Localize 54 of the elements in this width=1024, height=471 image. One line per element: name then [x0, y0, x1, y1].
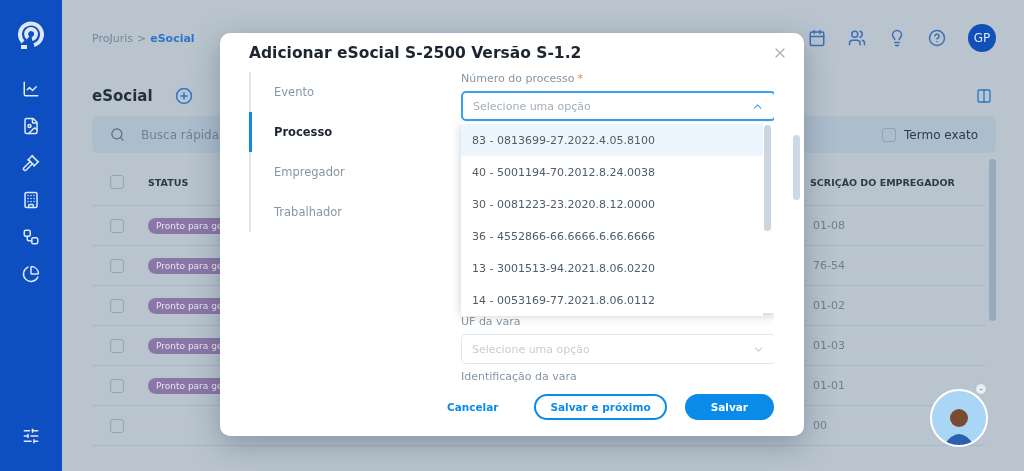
user-avatar[interactable]: GP: [968, 24, 996, 52]
column-header: SCRIÇÃO DO EMPREGADOR: [810, 176, 956, 188]
dropdown-option[interactable]: 14 - 0053169-77.2021.8.06.0112: [461, 284, 763, 316]
logo-icon[interactable]: [17, 20, 45, 50]
table-cell: 00: [813, 419, 827, 432]
scrollbar-thumb[interactable]: [989, 159, 996, 321]
breadcrumb-separator: >: [137, 31, 147, 45]
columns-icon[interactable]: [976, 88, 992, 104]
add-icon[interactable]: [174, 87, 193, 105]
breadcrumb-link[interactable]: eSocial: [150, 31, 195, 45]
search-icon: [110, 127, 125, 142]
modal-title: Adicionar eSocial S-2500 Versão S-1.2: [249, 44, 582, 62]
nav-icon[interactable]: [22, 265, 40, 283]
row-checkbox[interactable]: [110, 298, 124, 313]
scrollbar-thumb[interactable]: [793, 135, 800, 200]
step-tab[interactable]: Evento: [249, 72, 461, 112]
dropdown-option[interactable]: 83 - 0813699-27.2022.4.05.8100: [461, 124, 763, 156]
help-icon[interactable]: [928, 29, 946, 47]
dialog-button[interactable]: Salvar: [684, 394, 774, 420]
row-checkbox[interactable]: [110, 338, 124, 353]
nav-icon[interactable]: [22, 228, 40, 246]
field-label: Identificação da vara: [461, 370, 578, 384]
table-cell: 01-02: [813, 299, 845, 312]
table-cell: 76-54: [813, 259, 845, 272]
row-checkbox[interactable]: [110, 218, 124, 233]
step-tab[interactable]: Empregador: [249, 152, 461, 192]
checkbox[interactable]: [882, 127, 897, 142]
users-icon[interactable]: [848, 29, 866, 47]
nav-icon[interactable]: [22, 117, 40, 135]
row-checkbox[interactable]: [110, 378, 124, 393]
nav-icon[interactable]: [22, 154, 40, 172]
scrollbar-thumb[interactable]: [764, 125, 771, 231]
nav-icon[interactable]: [22, 80, 40, 98]
dialog-button[interactable]: Salvar e próximo: [534, 394, 667, 420]
calendar-icon[interactable]: [808, 29, 826, 47]
checkbox-label: Termo exato: [904, 127, 978, 142]
step-tab[interactable]: Trabalhador: [249, 192, 461, 232]
select-all-checkbox[interactable]: [110, 175, 124, 189]
row-checkbox[interactable]: [110, 418, 124, 433]
table-cell: 01-08: [813, 219, 845, 232]
nav-icon[interactable]: [22, 191, 40, 209]
breadcrumb-link[interactable]: ProJuris: [92, 31, 133, 45]
field-label: UF da vara: [461, 315, 522, 329]
page-title: eSocial: [92, 87, 153, 105]
select-field[interactable]: Selecione uma opção: [461, 91, 774, 121]
field-label: Número do processo *: [461, 72, 584, 86]
assistant-avatar[interactable]: [930, 389, 988, 447]
dialog-button[interactable]: Cancelar: [428, 394, 517, 420]
minimize-button[interactable]: -: [975, 383, 987, 395]
table-cell: 01-03: [813, 339, 845, 352]
settings-sliders-icon[interactable]: [22, 427, 40, 445]
table-cell: 01-01: [813, 379, 845, 392]
column-header: STATUS: [148, 176, 190, 188]
row-checkbox[interactable]: [110, 258, 124, 273]
